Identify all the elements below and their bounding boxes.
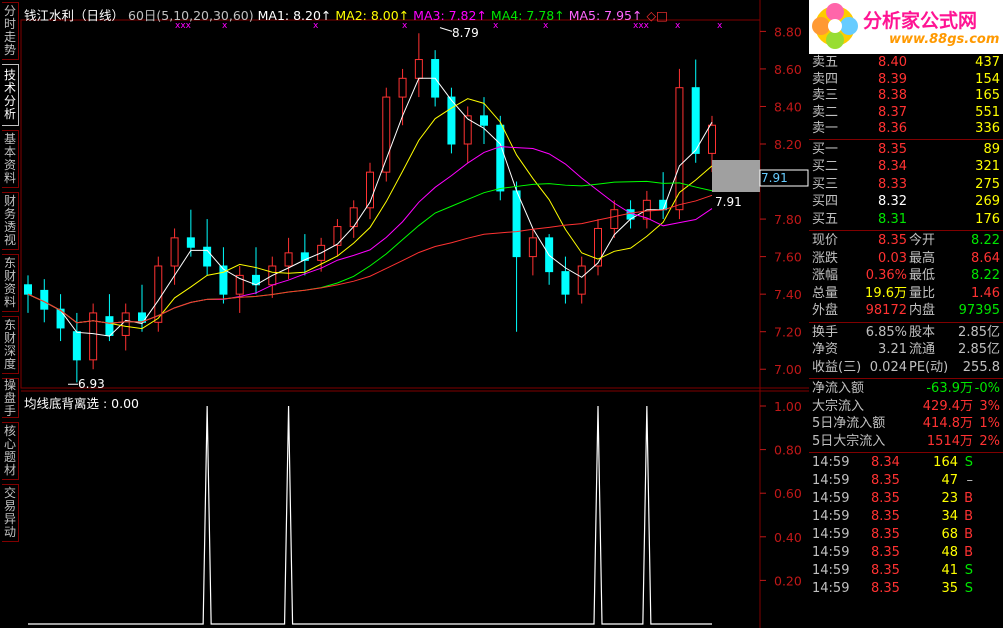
indicator-tick-label: 0.40 [774, 530, 802, 545]
tick-row: 14:59 8.35 68 B [812, 527, 973, 542]
price-tick-label: 8.60 [774, 62, 802, 77]
candle-body [89, 312, 98, 361]
candle-body [528, 237, 537, 258]
price-tick-label: 7.80 [774, 212, 802, 227]
ask-row: 卖三 8.38 165 [812, 88, 1000, 103]
bid-row: 买四 8.32 269 [812, 194, 1000, 209]
tick-row: 14:59 8.35 23 B [812, 491, 973, 506]
stat-row: 涨幅 0.36% 最低 8.22 [812, 268, 1000, 283]
candle-body [594, 227, 602, 267]
candle-body [480, 115, 488, 126]
indicator-tick-label: 0.20 [774, 573, 802, 588]
price-tag: 7.91 [761, 171, 788, 185]
flow-row: 大宗流入 429.4万 3% [812, 398, 1000, 414]
candle-body [561, 271, 570, 295]
ma3-value: MA3: 7.82↑ [413, 8, 487, 23]
tick-row: 14:59 8.35 47– [812, 473, 973, 488]
indicator-line [28, 405, 712, 625]
price-tick-label: 7.00 [774, 362, 802, 377]
stat-row: 现价 8.35 今开 8.22 [812, 233, 1000, 248]
candle-body [610, 209, 619, 229]
panel-separator [809, 378, 1003, 379]
bid-row: 买五 8.31 176 [812, 211, 1000, 227]
ma1-value: MA1: 8.20↑ [257, 8, 332, 23]
candle-body [675, 87, 684, 211]
signal-marker: x [717, 21, 723, 31]
candle-body [414, 59, 423, 79]
candle-body [24, 284, 32, 295]
bid-row: 买二 8.34 321 [812, 159, 1000, 174]
price-tick-label: 7.40 [774, 287, 802, 302]
tick-row: 14:59 8.35 35 S [812, 581, 973, 596]
kline-chart[interactable]: 8.808.608.408.208.007.807.607.407.207.00… [0, 0, 809, 628]
stat-row: 总量 19.6万 量比 1.46 [812, 285, 1000, 301]
ma-params: 60日(5,10,20,30,60) [128, 8, 254, 23]
candle-body [72, 331, 81, 361]
stat-row: 外盘 98172 内盘 97395 [812, 303, 1000, 318]
ask-row: 卖一 8.36 336 [812, 121, 1000, 136]
price-tick-label: 7.60 [774, 250, 802, 265]
price-tick-label: 8.80 [774, 24, 802, 39]
indicator-tick-label: 0.60 [774, 486, 802, 501]
panel-separator [809, 452, 1003, 453]
current-annotation: 7.91 [715, 195, 742, 209]
ma2-value: MA2: 8.00↑ [335, 8, 410, 23]
stat-row: 涨跌 0.03 最高 8.64 [812, 250, 1000, 266]
quote-panel: 卖五 8.40 437 卖四 8.39 154 卖三 8.38 165 卖二 8.37 551 卖一 8.… [809, 54, 1003, 628]
cursor-box [712, 160, 760, 192]
candle-body [577, 265, 586, 295]
flow-row: 净流入额 -63.9万 -0% [812, 381, 1000, 396]
low-annotation: 6.93 [78, 377, 105, 391]
ma4-value: MA4: 7.78↑ [490, 8, 565, 23]
fundamental-row: 收益(三) 0.024 PE(动) 255.8 [812, 359, 1000, 375]
candle-body [447, 96, 456, 145]
fundamental-row: 净资 3.21 流通 2.85亿 [812, 342, 1000, 357]
site-logo[interactable]: 分析家公式网 www.88gs.com [809, 0, 1003, 54]
candle-body [333, 226, 342, 246]
tick-row: 14:59 8.35 48 B [812, 545, 973, 560]
panel-separator [809, 321, 1003, 323]
price-tick-label: 8.20 [774, 137, 802, 152]
candle-body [496, 124, 505, 192]
candle-body [105, 316, 114, 336]
candle-body [121, 312, 130, 336]
tick-row: 14:59 8.34 164 S [812, 455, 973, 470]
bid-row: 买一 8.35 89 [812, 141, 1000, 157]
flow-row: 5日净流入额 414.8万 1% [812, 416, 1000, 431]
stock-title: 钱江水利（日线） [24, 8, 125, 23]
ask-row: 卖五 8.40 437 [812, 55, 1000, 70]
high-leader [439, 27, 453, 32]
candle-body [40, 289, 49, 310]
price-tick-label: 8.40 [774, 99, 802, 114]
logo-title: 分析家公式网 [863, 10, 978, 32]
ma5-value: MA5: 7.95↑ [568, 8, 643, 23]
tick-row: 14:59 8.35 34 B [812, 509, 973, 524]
panel-separator [809, 230, 1003, 231]
high-annotation: 8.79 [452, 26, 479, 40]
logo-url: www.88gs.com [889, 32, 1000, 47]
candle-body [512, 190, 521, 258]
tick-row: 14:59 8.35 41 S [812, 563, 973, 578]
bid-row: 买三 8.33 275 [812, 176, 1000, 192]
flow-row: 5日大宗流入 1514万 2% [812, 433, 1000, 449]
candle-body [170, 237, 179, 267]
fundamental-row: 换手 6.85% 股本 2.85亿 [812, 324, 1000, 340]
ask-row: 卖四 8.39 154 [812, 71, 1000, 87]
indicator-legend: 均线底背离选 : 0.00 [24, 396, 139, 411]
indicator-tick-label: 1.00 [774, 399, 802, 414]
candle-body [398, 77, 407, 98]
candle-body [382, 96, 391, 173]
legend-markers[interactable]: ◇□ [646, 8, 667, 23]
indicator-tick-label: 0.80 [774, 443, 802, 458]
price-tick-label: 7.20 [774, 325, 802, 340]
candle-body [186, 237, 195, 248]
candle-body [708, 124, 716, 154]
candle-body [154, 265, 163, 323]
main-legend: 钱江水利（日线） 60日(5,10,20,30,60) MA1: 8.20↑ M… [24, 5, 668, 24]
ask-row: 卖二 8.37 551 [812, 104, 1000, 120]
panel-separator [809, 138, 1003, 140]
signal-marker: x [675, 21, 681, 31]
candle-body [691, 87, 700, 154]
candle-body [284, 252, 293, 267]
